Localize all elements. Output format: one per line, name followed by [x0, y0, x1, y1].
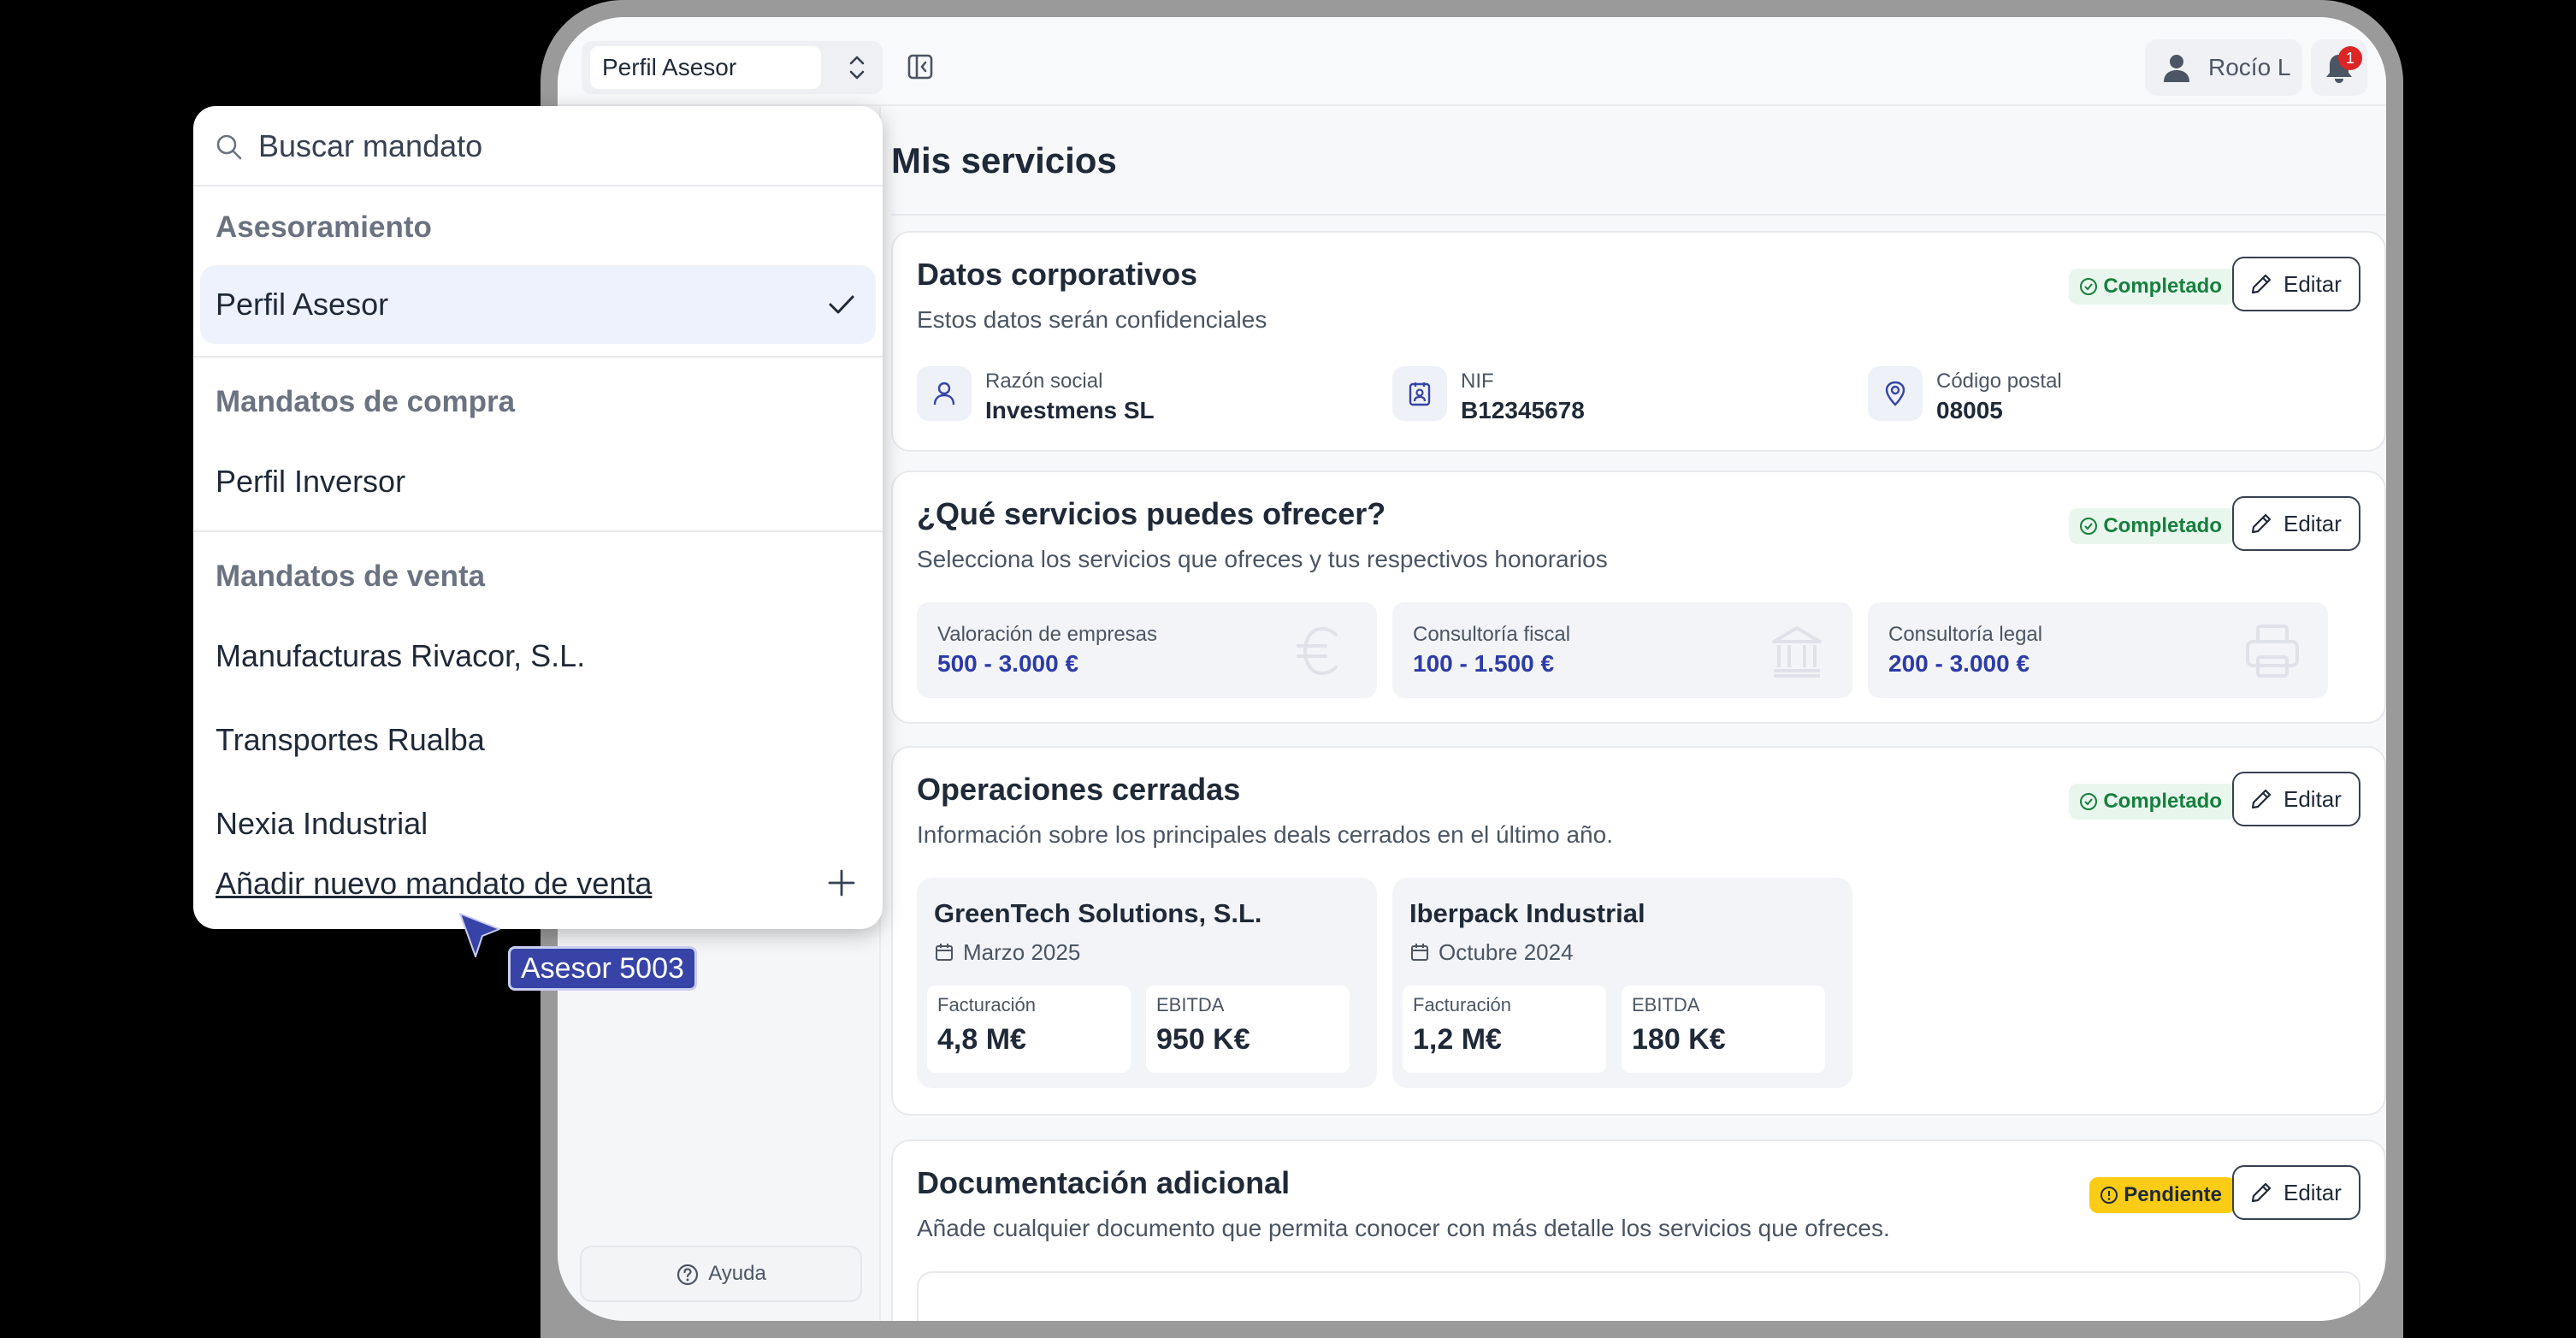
service-fee: 100 - 1.500 € — [1413, 650, 1555, 677]
field-label: Código postal — [1936, 370, 2062, 393]
pencil-icon — [2251, 789, 2272, 809]
card-title: Datos corporativos — [917, 257, 1198, 292]
check-circle-icon — [2080, 793, 2098, 810]
card-title: Documentación adicional — [917, 1165, 1291, 1200]
divider — [193, 356, 883, 358]
menu-item[interactable]: Perfil Inversor — [216, 464, 405, 500]
service-label: Consultoría fiscal — [1413, 623, 1571, 646]
check-circle-icon — [2080, 278, 2098, 295]
menu-item[interactable]: Transportes Rualba — [216, 722, 485, 758]
edit-button[interactable]: Editar — [2232, 772, 2360, 826]
check-circle-icon — [2080, 518, 2098, 535]
service-fee: 500 - 3.000 € — [937, 650, 1079, 677]
metric-revenue: Facturación 1,2 M€ — [1403, 986, 1606, 1073]
menu-item-selected[interactable]: Perfil Asesor — [200, 265, 876, 344]
service-fee: 200 - 3.000 € — [1888, 650, 2030, 677]
search-input[interactable]: Buscar mandato — [193, 106, 883, 186]
edit-button[interactable]: Editar — [2232, 257, 2360, 311]
card-closed-deals: Operaciones cerradas Información sobre l… — [891, 746, 2386, 1116]
printer-icon — [2246, 625, 2299, 678]
mandate-dropdown: Buscar mandato Asesoramiento Perfil Ases… — [193, 106, 883, 929]
search-icon — [216, 134, 242, 160]
profile-select-value: Perfil Asesor — [590, 46, 821, 89]
status-badge: Completado — [2069, 784, 2236, 820]
card-subtitle: Añade cualquier documento que permita co… — [917, 1215, 1890, 1241]
notification-badge: 1 — [2338, 46, 2362, 70]
field-label: Razón social — [985, 370, 1103, 393]
add-sale-mandate-link[interactable]: Añadir nuevo mandato de venta — [216, 866, 652, 902]
status-badge: Pendiente — [2089, 1177, 2236, 1213]
field-label: NIF — [1461, 370, 1494, 393]
check-icon — [829, 295, 854, 314]
help-label: Ayuda — [708, 1262, 766, 1285]
help-button[interactable]: Ayuda — [580, 1246, 862, 1302]
metric-ebitda: EBITDA 180 K€ — [1622, 986, 1825, 1073]
user-icon — [2164, 55, 2189, 82]
top-bar: Perfil Asesor Rocío L 1 — [558, 17, 2386, 106]
bank-icon — [1772, 626, 1822, 678]
card-title: Operaciones cerradas — [917, 772, 1241, 807]
calendar-icon — [936, 944, 953, 961]
user-icon — [933, 382, 955, 406]
service-tax: Consultoría fiscal 100 - 1.500 € — [1392, 602, 1852, 698]
service-label: Valoración de empresas — [937, 623, 1158, 646]
card-services: ¿Qué servicios puedes ofrecer? Seleccion… — [891, 471, 2386, 724]
pencil-icon — [2251, 1182, 2272, 1203]
card-title: ¿Qué servicios puedes ofrecer? — [917, 496, 1386, 531]
document-upload-area[interactable] — [917, 1271, 2360, 1321]
status-badge: Completado — [2069, 508, 2236, 544]
metric-ebitda: EBITDA 950 K€ — [1146, 986, 1350, 1073]
main-content: Mis servicios Datos corporativos Estos d… — [891, 106, 2386, 1321]
edit-button[interactable]: Editar — [2232, 1165, 2360, 1220]
deal-name: Iberpack Industrial — [1409, 898, 1645, 928]
divider — [193, 530, 883, 532]
notifications-button[interactable]: 1 — [2311, 39, 2367, 96]
pencil-icon — [2251, 513, 2272, 534]
divider — [891, 214, 2386, 216]
sidebar-toggle-icon[interactable] — [905, 51, 936, 82]
user-menu[interactable]: Rocío L — [2145, 39, 2302, 96]
cursor-label: Asesor 5003 — [508, 946, 697, 991]
page-title: Mis servicios — [891, 140, 1117, 181]
service-legal: Consultoría legal 200 - 3.000 € — [1868, 602, 2328, 698]
service-valuation: Valoración de empresas 500 - 3.000 € — [917, 602, 1377, 698]
help-icon — [677, 1264, 699, 1285]
field-value: B12345678 — [1461, 397, 1585, 423]
status-badge: Completado — [2069, 269, 2236, 305]
alert-circle-icon — [2100, 1187, 2118, 1204]
deal-name: GreenTech Solutions, S.L. — [934, 898, 1262, 928]
field-value: 08005 — [1936, 397, 2003, 423]
card-corporate-data: Datos corporativos Estos datos serán con… — [891, 231, 2386, 452]
group-label: Mandatos de compra — [216, 385, 516, 418]
card-subtitle: Selecciona los servicios que ofreces y t… — [917, 546, 1608, 572]
group-label: Asesoramiento — [216, 210, 432, 244]
deal-card[interactable]: GreenTech Solutions, S.L. Marzo 2025 Fac… — [917, 878, 1377, 1088]
deal-card[interactable]: Iberpack Industrial Octubre 2024 Factura… — [1392, 878, 1852, 1088]
field-value: Investmens SL — [985, 397, 1155, 423]
calendar-icon — [1411, 944, 1428, 961]
euro-icon — [1297, 626, 1338, 676]
deal-date: Octubre 2024 — [1409, 939, 1574, 966]
profile-select[interactable]: Perfil Asesor — [582, 41, 883, 94]
id-card-icon — [1409, 382, 1431, 406]
chevron-up-down-icon — [849, 56, 865, 80]
metric-revenue: Facturación 4,8 M€ — [927, 986, 1131, 1073]
group-label: Mandatos de venta — [216, 559, 486, 593]
user-name: Rocío L — [2208, 54, 2291, 80]
menu-item[interactable]: Nexia Industrial — [216, 806, 428, 842]
cursor-pointer-icon — [459, 913, 500, 957]
edit-button[interactable]: Editar — [2232, 496, 2360, 551]
map-pin-icon — [1885, 381, 1905, 406]
plus-icon[interactable] — [826, 867, 857, 898]
service-label: Consultoría legal — [1888, 623, 2043, 646]
card-additional-docs: Documentación adicional Añade cualquier … — [891, 1140, 2386, 1321]
search-placeholder: Buscar mandato — [258, 128, 483, 163]
card-subtitle: Información sobre los principales deals … — [917, 821, 1613, 848]
menu-item[interactable]: Manufacturas Rivacor, S.L. — [216, 638, 585, 674]
deal-date: Marzo 2025 — [934, 939, 1080, 966]
card-subtitle: Estos datos serán confidenciales — [917, 306, 1267, 333]
pencil-icon — [2251, 274, 2272, 294]
